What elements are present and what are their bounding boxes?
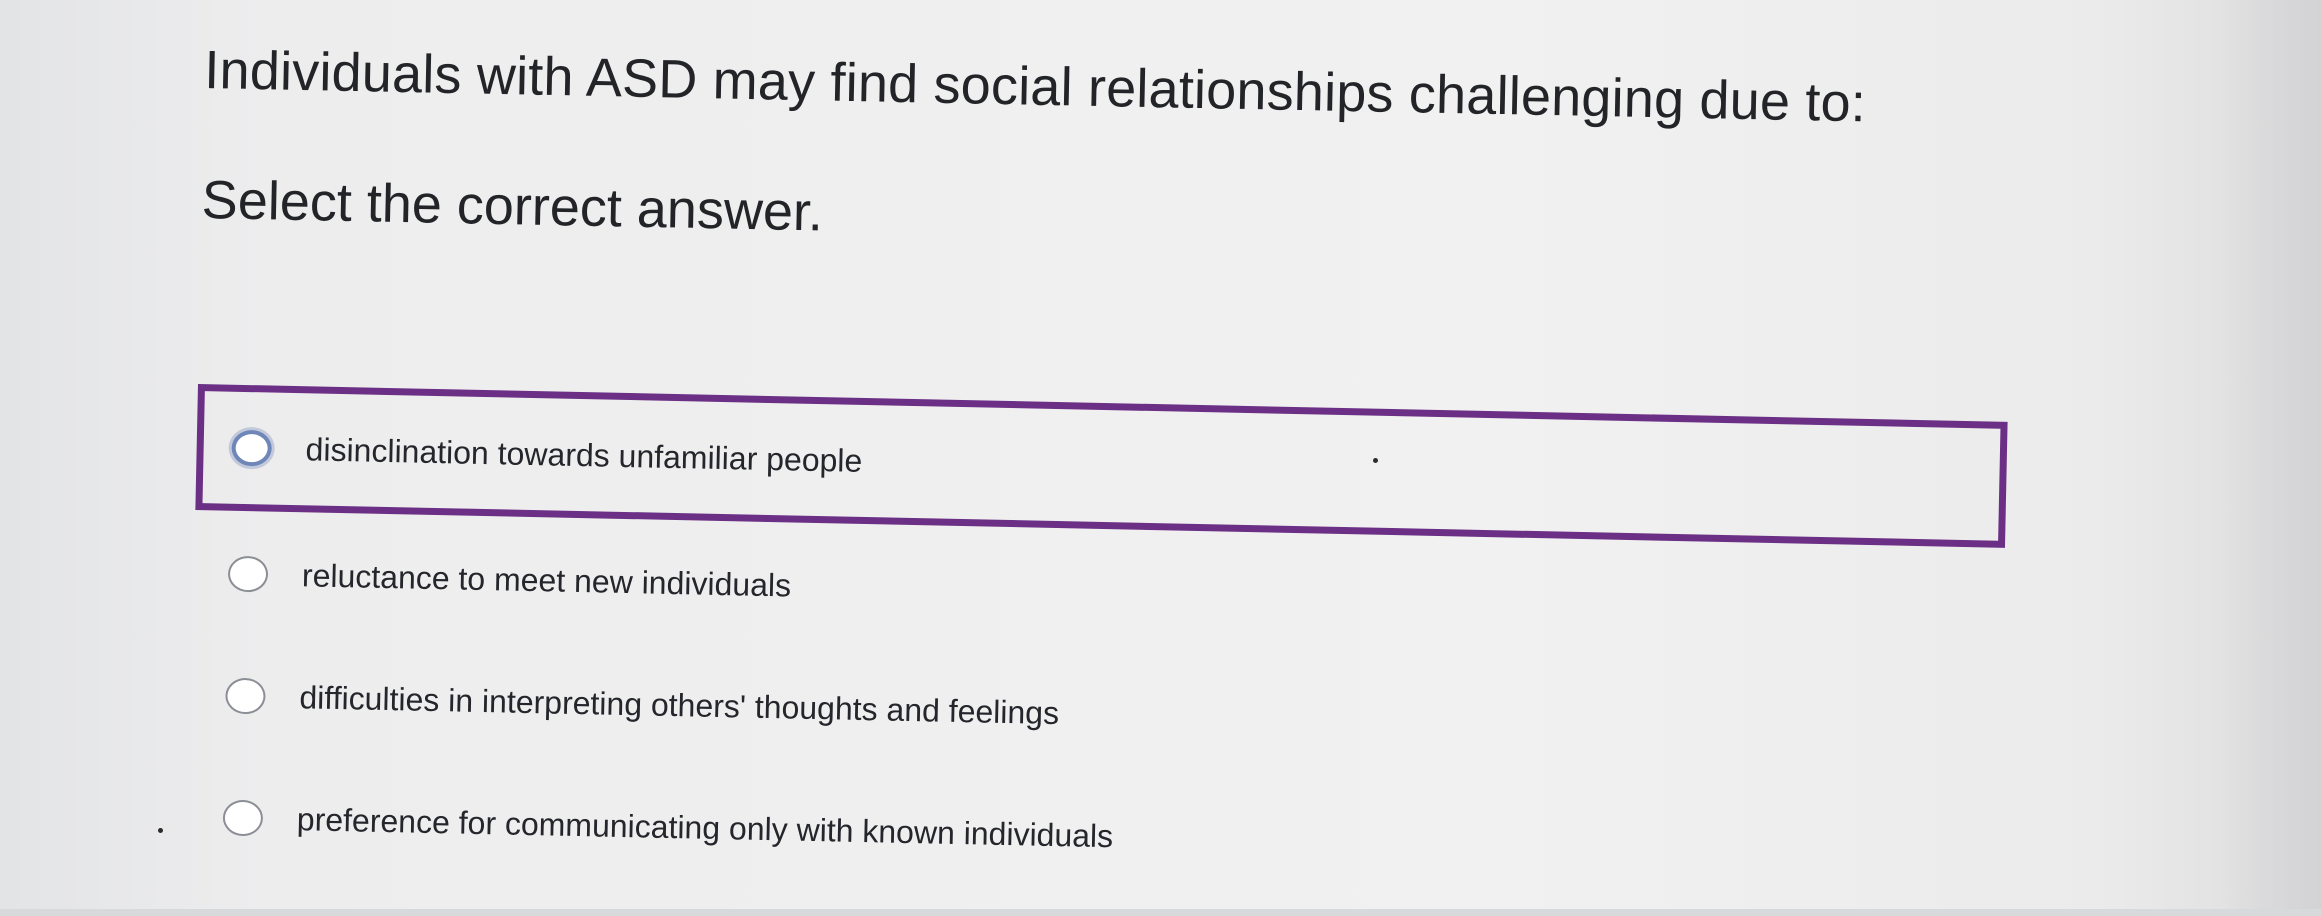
answer-option-label: disinclination towards unfamiliar people <box>305 431 863 479</box>
answer-option-label: difficulties in interpreting others' tho… <box>299 679 1060 732</box>
screen-edge-shadow <box>2221 0 2321 909</box>
radio-button[interactable] <box>225 677 266 715</box>
answer-option-label: preference for communicating only with k… <box>296 801 1114 855</box>
radio-button-selected[interactable] <box>231 429 273 467</box>
question-panel: Individuals with ASD may find social rel… <box>201 40 1974 265</box>
screen-speck <box>1373 458 1378 463</box>
radio-button[interactable] <box>222 799 264 837</box>
radio-button[interactable] <box>227 555 269 593</box>
answer-options: disinclination towards unfamiliar people… <box>188 384 2008 916</box>
answer-option-label: reluctance to meet new individuals <box>301 557 792 604</box>
screen-speck <box>158 828 163 833</box>
